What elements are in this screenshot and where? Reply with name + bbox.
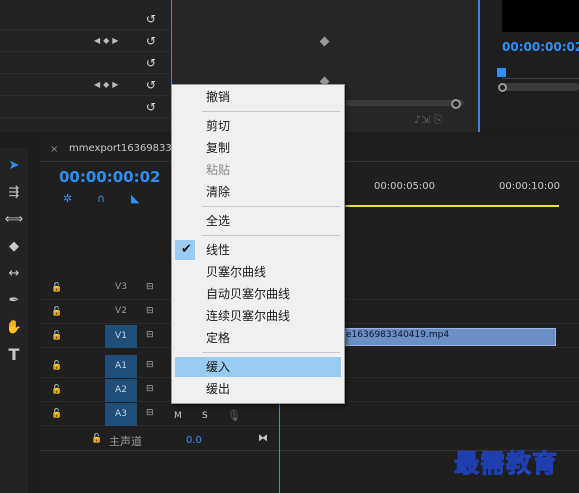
track-label-v1[interactable]: V1 — [105, 325, 137, 348]
menu-item-ease-in[interactable]: 缓入 — [175, 357, 341, 377]
tools-panel: ➤ ⇶ ⟺ ◆ ↔ ✒ ✋ T — [0, 148, 28, 493]
menu-item-continuous-bezier[interactable]: 连续贝塞尔曲线 — [175, 306, 341, 326]
keyframe-navigator[interactable]: ◀◆▶ — [94, 80, 134, 92]
monitor-timecode[interactable]: 00:00:00:02 — [502, 40, 579, 54]
hand-tool-icon[interactable]: ✋ — [4, 318, 24, 338]
effect-property-row: ↺ — [0, 98, 172, 118]
track-output-icon[interactable]: ⊟ — [146, 282, 158, 292]
track-output-icon[interactable]: ⊟ — [146, 384, 158, 394]
menu-item-copy[interactable]: 复制 — [175, 138, 341, 158]
keyframe-context-menu: 撤销 剪切 复制 粘贴 清除 全选 ✔ 线性 贝塞尔曲线 自动贝塞尔曲线 连续贝… — [171, 84, 345, 404]
pen-tool-icon[interactable]: ✒ — [4, 291, 24, 311]
timeline-timecode[interactable]: 00:00:00:02 — [59, 168, 161, 186]
menu-item-ease-out[interactable]: 缓出 — [175, 379, 341, 399]
monitor-playhead[interactable] — [497, 68, 506, 77]
reset-parameter-icon[interactable]: ↺ — [146, 100, 160, 114]
menu-item-select-all[interactable]: 全选 — [175, 211, 341, 231]
menu-separator — [202, 235, 340, 236]
track-output-icon[interactable]: ⊟ — [146, 360, 158, 370]
close-tab-icon[interactable]: × — [50, 144, 58, 155]
nest-sequence-icon[interactable]: ✲ — [63, 192, 77, 206]
menu-item-clear[interactable]: 清除 — [175, 182, 341, 202]
menu-item-hold[interactable]: 定格 — [175, 328, 341, 348]
clip-name: e1636983340419.mp4 — [346, 330, 450, 340]
mute-track-button[interactable]: M — [174, 411, 182, 421]
track-label-v2[interactable]: V2 — [105, 300, 137, 323]
slip-tool-icon[interactable]: ↔ — [4, 264, 24, 284]
monitor-zoom-bar[interactable] — [498, 83, 579, 91]
reset-parameter-icon[interactable]: ↺ — [146, 12, 160, 26]
keyframe-navigator[interactable]: ◀◆▶ — [94, 36, 134, 48]
panel-focus-border — [478, 0, 480, 132]
effect-property-row: ↺ — [0, 10, 172, 30]
monitor-video-frame — [502, 0, 579, 32]
monitor-zoom-handle[interactable] — [498, 83, 507, 92]
reset-parameter-icon[interactable]: ↺ — [146, 56, 160, 70]
effect-property-row: ↺ — [0, 54, 172, 74]
track-label-a1[interactable]: A1 — [105, 355, 137, 378]
track-select-tool-icon[interactable]: ⇶ — [4, 183, 24, 203]
menu-separator — [202, 111, 340, 112]
ruler-tick-label: 00:00:05:00 — [374, 181, 436, 192]
razor-tool-icon[interactable]: ◆ — [4, 237, 24, 257]
audio-export-icons[interactable]: ♪⇲ ⎘ — [414, 113, 460, 127]
keyframe-marker[interactable] — [319, 36, 330, 47]
lock-icon[interactable]: 🔓 — [91, 434, 102, 444]
selection-tool-icon[interactable]: ➤ — [4, 156, 24, 176]
menu-item-undo[interactable]: 撤销 — [175, 87, 341, 107]
ripple-edit-tool-icon[interactable]: ⟺ — [4, 210, 24, 230]
track-output-icon[interactable]: ⊟ — [146, 330, 158, 340]
monitor-ruler — [502, 78, 579, 79]
reset-parameter-icon[interactable]: ↺ — [146, 78, 160, 92]
effect-property-row: ◀◆▶ ↺ — [0, 76, 172, 96]
menu-item-linear[interactable]: 线性 — [175, 240, 341, 260]
master-track-label: 主声道 — [109, 435, 142, 448]
snap-icon[interactable]: ∩ — [97, 192, 111, 206]
track-output-icon[interactable]: ⊟ — [146, 306, 158, 316]
voiceover-record-icon[interactable]: 🎙 — [227, 409, 241, 422]
solo-track-button[interactable]: S — [202, 411, 208, 421]
zoom-scrollbar[interactable] — [344, 100, 464, 106]
track-label-v3[interactable]: V3 — [105, 276, 137, 299]
track-label-a3[interactable]: A3 — [105, 403, 137, 426]
menu-item-cut[interactable]: 剪切 — [175, 116, 341, 136]
track-label-a2[interactable]: A2 — [105, 379, 137, 402]
menu-item-auto-bezier[interactable]: 自动贝塞尔曲线 — [175, 284, 341, 304]
effect-property-row: ◀◆▶ ↺ — [0, 32, 172, 52]
menu-separator — [202, 352, 340, 353]
lock-icon[interactable]: 🔓 — [51, 361, 62, 371]
sequence-tab[interactable]: mmexport163698334 — [69, 143, 178, 154]
lock-icon[interactable]: 🔓 — [51, 331, 62, 341]
reset-parameter-icon[interactable]: ↺ — [146, 34, 160, 48]
master-volume-value[interactable]: 0.0 — [186, 435, 202, 446]
linked-selection-icon[interactable]: ◣ — [131, 192, 145, 206]
watermark-logo: 最需教育 — [453, 449, 559, 479]
lock-icon[interactable]: 🔓 — [51, 385, 62, 395]
menu-item-paste[interactable]: 粘贴 — [175, 160, 341, 180]
lock-icon[interactable]: 🔓 — [51, 409, 62, 419]
go-to-end-icon[interactable]: ⧓ — [258, 433, 268, 444]
lock-icon[interactable]: 🔓 — [51, 307, 62, 317]
menu-item-bezier[interactable]: 贝塞尔曲线 — [175, 262, 341, 282]
zoom-scrollbar-handle[interactable] — [451, 99, 461, 109]
ruler-tick-label: 00:00:10:00 — [499, 181, 561, 192]
work-area-bar[interactable] — [345, 205, 559, 207]
type-tool-icon[interactable]: T — [4, 345, 24, 365]
menu-separator — [202, 206, 340, 207]
lock-icon[interactable]: 🔓 — [51, 283, 62, 293]
track-output-icon[interactable]: ⊟ — [146, 408, 158, 418]
